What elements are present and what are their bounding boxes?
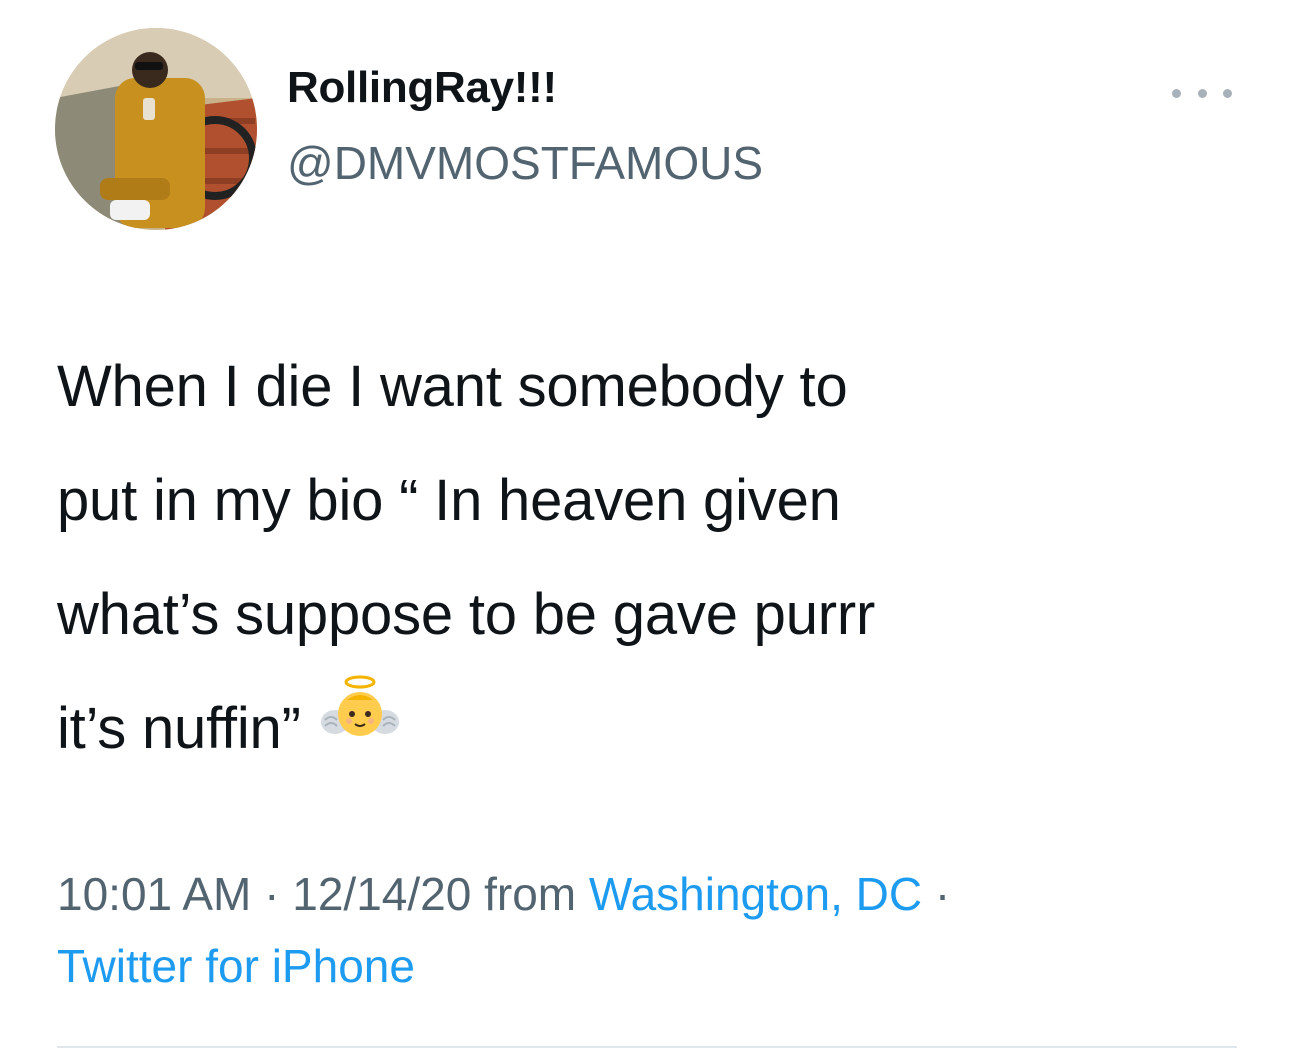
tweet-text-line: what’s suppose to be gave purrr bbox=[57, 582, 876, 647]
tweet-text-line-last: it’s nuffin” bbox=[57, 672, 1247, 790]
meta-row-2: Twitter for iPhone bbox=[57, 930, 1257, 1002]
author-display-name[interactable]: RollingRay!!! bbox=[287, 62, 557, 114]
more-options-icon[interactable] bbox=[1172, 78, 1232, 108]
tweet-metadata: 10:01 AM · 12/14/20 from Washington, DC … bbox=[57, 858, 1257, 1002]
more-dot bbox=[1197, 88, 1207, 98]
meta-separator: · bbox=[922, 868, 951, 920]
tweet-text: When I die I want somebody to put in my … bbox=[57, 330, 1247, 790]
avatar[interactable] bbox=[55, 28, 257, 230]
avatar-photo bbox=[55, 28, 257, 230]
tweet-text-line: put in my bio “ In heaven given bbox=[57, 468, 841, 533]
tweet-text-line: When I die I want somebody to bbox=[57, 354, 848, 419]
source-link[interactable]: Twitter for iPhone bbox=[57, 940, 415, 992]
more-dot bbox=[1172, 88, 1181, 98]
location-link[interactable]: Washington, DC bbox=[589, 868, 922, 920]
from-label: from bbox=[471, 868, 589, 920]
divider bbox=[57, 1046, 1237, 1048]
more-dot bbox=[1223, 88, 1232, 98]
meta-row-1: 10:01 AM · 12/14/20 from Washington, DC … bbox=[57, 858, 1257, 930]
baby-angel-emoji-icon bbox=[320, 670, 399, 784]
tweet-text-line: it’s nuffin” bbox=[57, 696, 301, 761]
author-handle[interactable]: @DMVMOSTFAMOUS bbox=[287, 136, 763, 190]
tweet-date[interactable]: 12/14/20 bbox=[292, 868, 471, 920]
tweet-time[interactable]: 10:01 AM bbox=[57, 868, 251, 920]
meta-separator: · bbox=[251, 868, 293, 920]
